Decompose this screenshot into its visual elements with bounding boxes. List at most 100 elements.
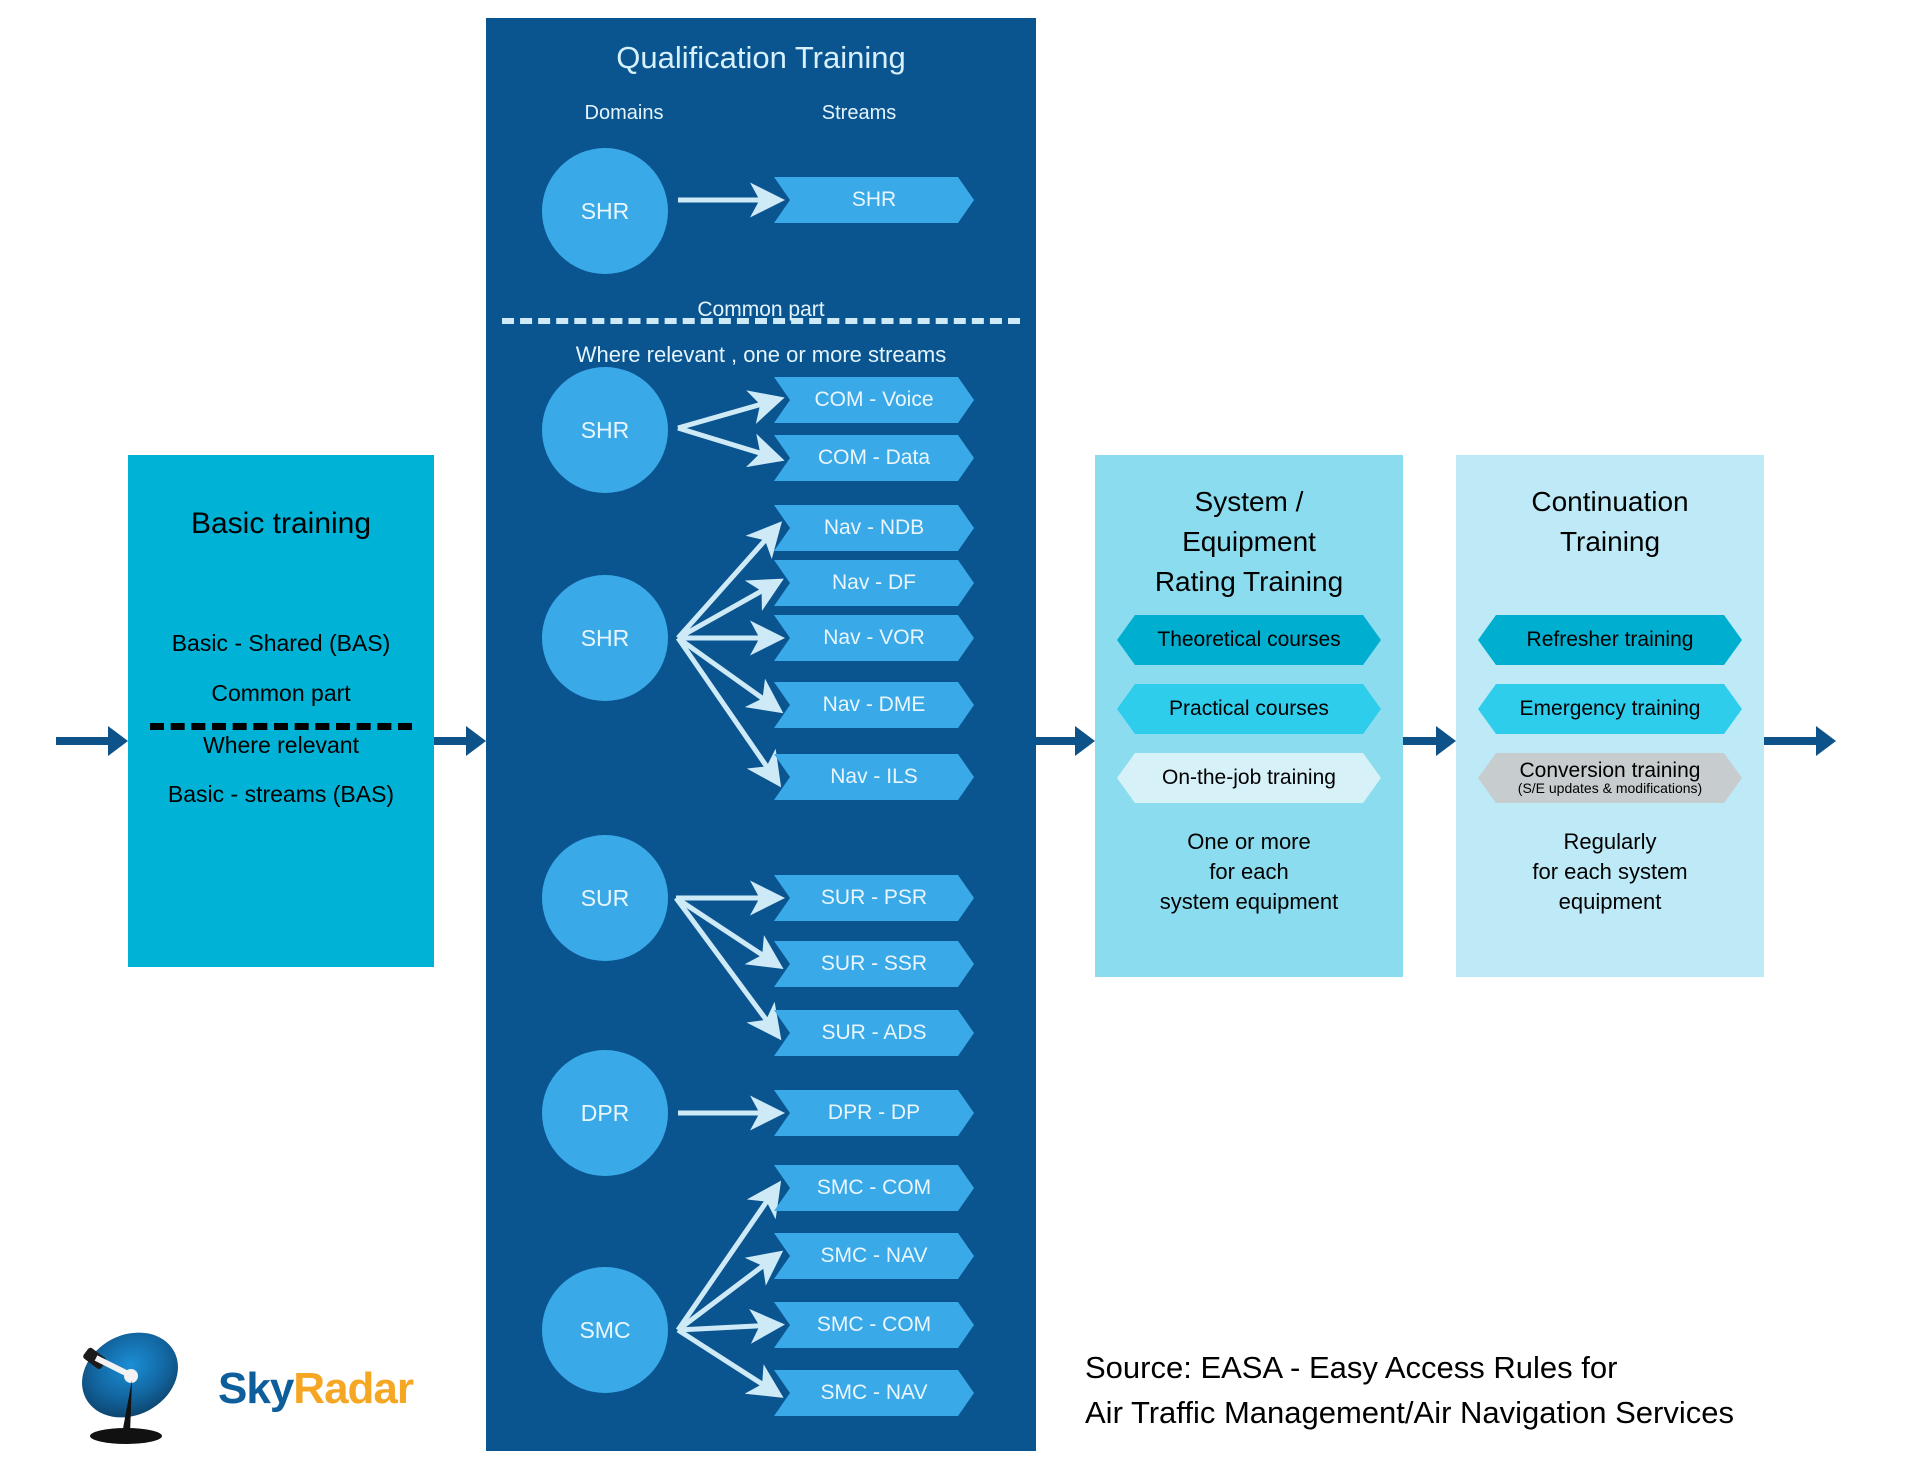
domain-node-common-shr[interactable]: SHR [542,148,668,274]
streams-column-label: Streams [821,102,897,124]
arrow-qualification-to-system [1036,726,1095,756]
stream-chip-nav-vor[interactable]: Nav - VOR [774,615,974,661]
stream-chip-label: SUR - ADS [821,1021,927,1044]
stream-chip-sur-ads[interactable]: SUR - ADS [774,1010,974,1056]
stream-chip-sur-psr[interactable]: SUR - PSR [774,875,974,921]
stream-chip-com-data[interactable]: COM - Data [774,435,974,481]
basic-common-part-label: Common part [211,680,351,706]
domain-node-label: SHR [580,197,630,224]
qualification-divider [502,318,1020,324]
chip-label: Theoretical courses [1157,628,1341,651]
continuation-training-panel: Continuation Training Refresher training… [1456,455,1764,977]
stream-chip-label: COM - Voice [814,388,934,411]
chip-label: Conversion training [1519,759,1701,782]
continuation-panel-title-line1: Continuation [1531,486,1689,517]
stream-chip-sur-ssr[interactable]: SUR - SSR [774,941,974,987]
domains-column-label: Domains [584,102,664,124]
skyradar-wordmark: SkyRadar [218,1364,414,1414]
system-panel-note-line2: for each [1209,859,1289,884]
chip-label-group: Conversion training (S/E updates & modif… [1518,760,1702,796]
system-panel-note: One or more for each system equipment [1095,827,1403,917]
stream-chip-common-shr[interactable]: SHR [774,177,974,223]
domain-node-label: SHR [580,624,630,651]
basic-training-box: Basic training Basic - Shared (BAS) Comm… [128,455,434,967]
stream-chip-label: SMC - COM [816,1176,932,1199]
stream-chip-smc-nav-2[interactable]: SMC - NAV [774,1370,974,1416]
system-equipment-rating-panel: System / Equipment Rating Training Theor… [1095,455,1403,977]
chip-refresher-training[interactable]: Refresher training [1478,615,1742,665]
continuation-panel-title-line2: Training [1559,526,1661,557]
stream-chip-label: SHR [851,188,897,211]
chip-label: Practical courses [1169,697,1329,720]
chip-sublabel: (S/E updates & modifications) [1517,780,1703,796]
chip-label: On-the-job training [1162,766,1336,789]
stream-chip-label: SUR - PSR [820,886,928,909]
chip-theoretical-courses[interactable]: Theoretical courses [1117,615,1381,665]
arrow-system-to-continuation [1403,726,1456,756]
continuation-panel-note-line3: equipment [1558,889,1662,914]
stream-chip-nav-dme[interactable]: Nav - DME [774,682,974,728]
stream-chip-nav-ils[interactable]: Nav - ILS [774,754,974,800]
logo-sky-text: Sky [218,1364,294,1413]
chip-emergency-training[interactable]: Emergency training [1478,684,1742,734]
continuation-panel-title: Continuation Training [1456,482,1764,562]
domain-node-label: DPR [580,1099,630,1126]
stream-chip-dpr-dp[interactable]: DPR - DP [774,1090,974,1136]
basic-streams-label: Basic - streams (BAS) [167,781,395,807]
domain-node-label: SHR [580,416,630,443]
domain-node-dpr[interactable]: DPR [542,1050,668,1176]
chip-practical-courses[interactable]: Practical courses [1117,684,1381,734]
chip-label: Refresher training [1526,628,1694,651]
stream-chip-label: Nav - ILS [830,765,918,788]
qualification-training-panel: Qualification Training Domains Streams S… [486,18,1036,1451]
logo-radar-text: Radar [293,1364,414,1413]
basic-shared-label: Basic - Shared (BAS) [171,630,391,656]
system-panel-title-line3: Rating Training [1154,566,1344,597]
stream-chip-label: SUR - SSR [820,952,928,975]
system-panel-note-line1: One or more [1187,829,1311,854]
source-citation-line1: Source: EASA - Easy Access Rules for [1085,1350,1618,1385]
chip-on-the-job-training[interactable]: On-the-job training [1117,753,1381,803]
stream-chip-label: Nav - VOR [823,626,925,649]
stream-chip-label: SMC - NAV [820,1244,928,1267]
arrow-into-basic-training [56,726,128,756]
stream-chip-smc-nav-1[interactable]: SMC - NAV [774,1233,974,1279]
continuation-panel-note-line2: for each system [1532,859,1688,884]
qualification-training-title: Qualification Training [616,40,906,75]
domain-node-label: SUR [580,884,630,911]
stream-chip-smc-com-1[interactable]: SMC - COM [774,1165,974,1211]
stream-chip-nav-ndb[interactable]: Nav - NDB [774,505,974,551]
system-panel-title-line1: System / [1194,486,1304,517]
chip-label: Emergency training [1519,697,1701,720]
stream-chip-label: Nav - DME [822,693,926,716]
satellite-dish-icon [82,1332,178,1444]
stream-chip-com-voice[interactable]: COM - Voice [774,377,974,423]
stream-chip-label: COM - Data [817,446,930,469]
qualification-where-relevant-label: Where relevant , one or more streams [575,342,947,367]
basic-divider [150,723,412,730]
stream-chip-label: DPR - DP [827,1101,921,1124]
system-panel-title: System / Equipment Rating Training [1095,482,1403,602]
continuation-panel-note-line1: Regularly [1563,829,1657,854]
stream-chip-label: Nav - DF [832,571,916,594]
source-citation: Source: EASA - Easy Access Rules for Air… [1085,1345,1905,1435]
domain-node-smc[interactable]: SMC [542,1267,668,1393]
stream-chip-label: SMC - NAV [820,1381,928,1404]
skyradar-logo: SkyRadar [70,1330,430,1450]
stream-chip-label: SMC - COM [816,1313,932,1336]
stream-chip-nav-df[interactable]: Nav - DF [774,560,974,606]
arrow-continuation-out [1764,726,1836,756]
chip-conversion-training[interactable]: Conversion training (S/E updates & modif… [1478,753,1742,803]
system-panel-note-line3: system equipment [1159,889,1339,914]
domain-node-sur[interactable]: SUR [542,835,668,961]
system-panel-title-line2: Equipment [1182,526,1316,557]
domain-node-label: SMC [579,1316,631,1343]
stream-chip-label: Nav - NDB [823,516,925,539]
arrow-basic-to-qualification [434,726,486,756]
continuation-panel-note: Regularly for each system equipment [1456,827,1764,917]
basic-training-title: Basic training [190,507,372,540]
stream-chip-smc-com-2[interactable]: SMC - COM [774,1302,974,1348]
source-citation-line2: Air Traffic Management/Air Navigation Se… [1085,1395,1734,1430]
domain-node-shr-com[interactable]: SHR [542,367,668,493]
domain-node-shr-nav[interactable]: SHR [542,575,668,701]
